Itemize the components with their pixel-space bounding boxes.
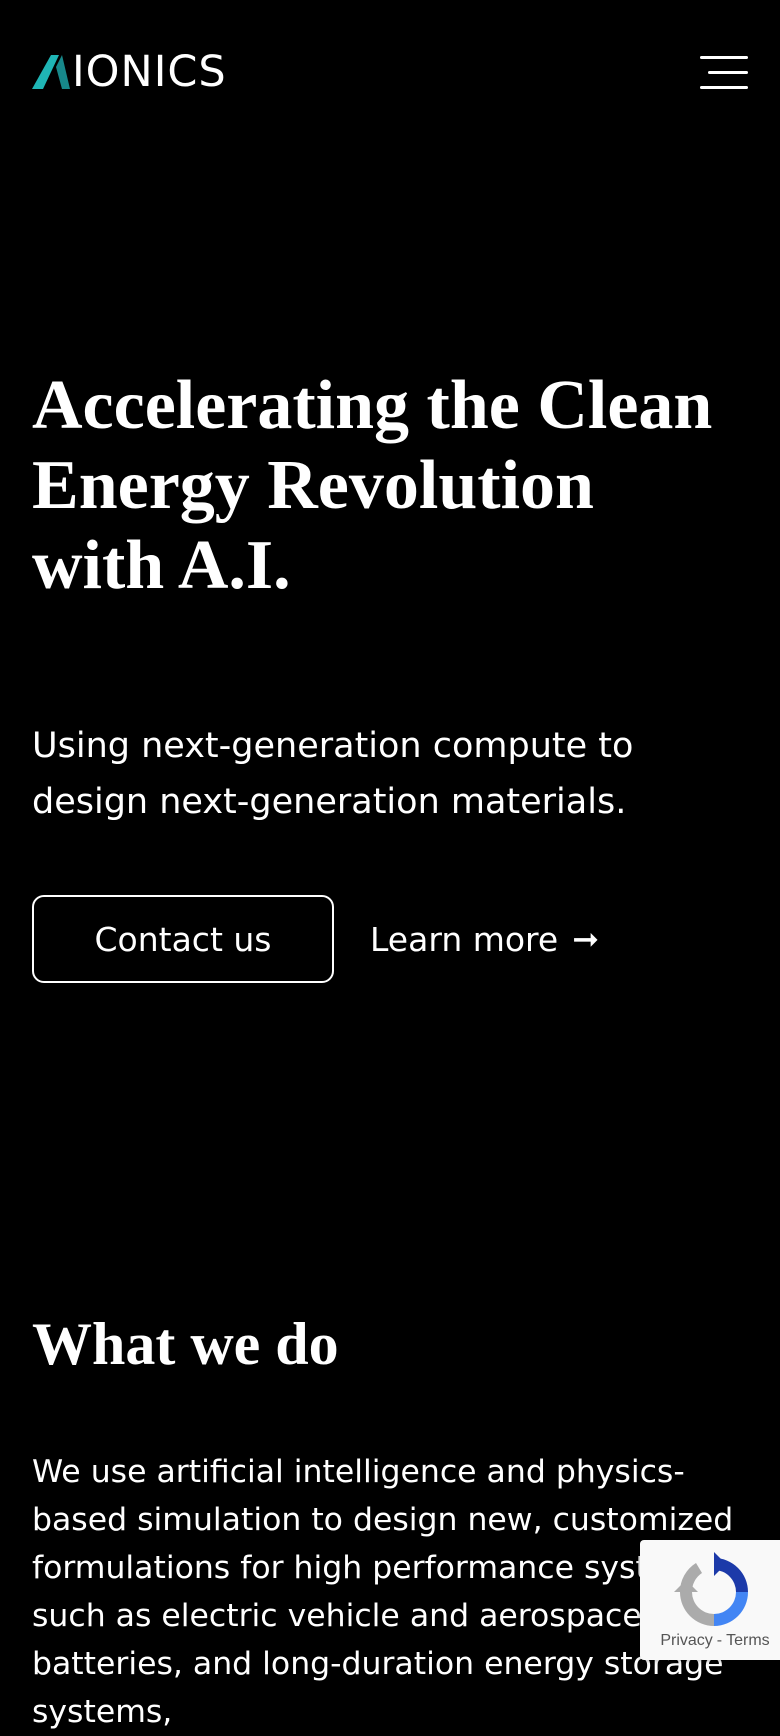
hero-subtitle: Using next-generation compute to design … — [32, 726, 634, 822]
learn-more-link[interactable]: Learn more ➞ — [370, 895, 599, 983]
aionics-logo[interactable]: IONICS — [32, 50, 227, 94]
hero-title: Accelerating the Clean Energy Revolution… — [32, 367, 713, 604]
recaptcha-links: Privacy - Terms — [640, 1632, 780, 1650]
arrow-right-icon: ➞ — [572, 920, 600, 958]
recaptcha-terms-link[interactable]: Terms — [726, 1632, 770, 1649]
recaptcha-icon — [674, 1552, 748, 1626]
hamburger-menu-icon[interactable] — [700, 54, 748, 90]
logo-a-mark-icon — [32, 55, 70, 89]
recaptcha-separator: - — [716, 1632, 723, 1649]
site-header: IONICS — [0, 0, 780, 150]
logo-text: IONICS — [72, 47, 227, 97]
learn-more-label: Learn more — [370, 919, 559, 959]
recaptcha-privacy-link[interactable]: Privacy — [660, 1632, 712, 1649]
recaptcha-badge[interactable]: Privacy - Terms — [640, 1540, 780, 1660]
contact-us-button[interactable]: Contact us — [32, 895, 334, 983]
what-we-do-title: What we do — [32, 1311, 339, 1377]
contact-us-label: Contact us — [94, 919, 272, 959]
